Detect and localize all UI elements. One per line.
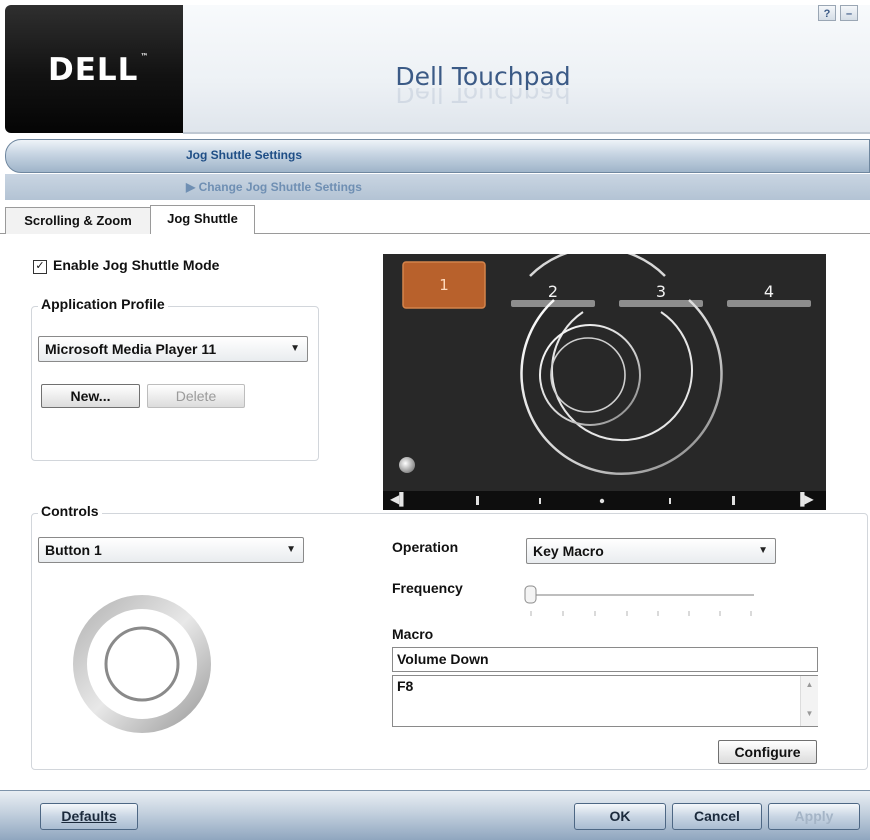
enable-jog-checkbox[interactable]: ✓ xyxy=(33,260,47,274)
jog-button-4-bar[interactable] xyxy=(727,300,811,307)
delete-profile-button[interactable]: Delete xyxy=(147,384,245,408)
chevron-down-icon: ▼ xyxy=(286,544,296,555)
chevron-down-icon: ▼ xyxy=(758,545,768,556)
controls-legend: Controls xyxy=(38,503,102,519)
scroll-up-icon[interactable]: ▲ xyxy=(801,676,818,694)
tab-jog-shuttle[interactable]: Jog Shuttle xyxy=(150,205,255,234)
touchpad-ring-graphic xyxy=(73,595,211,733)
chevron-down-icon: ▼ xyxy=(290,343,300,354)
profile-dropdown[interactable]: Microsoft Media Player 11 ▼ xyxy=(38,336,308,362)
jog-button-4-label: 4 xyxy=(763,282,775,301)
strip-left-icon: ◀▌ xyxy=(390,492,408,506)
strip-center-dot xyxy=(599,498,605,504)
strip-tick xyxy=(732,496,735,505)
help-button[interactable]: ? xyxy=(818,5,836,21)
macro-name-field[interactable]: Volume Down xyxy=(392,647,818,672)
enable-jog-label[interactable]: Enable Jog Shuttle Mode xyxy=(53,257,219,273)
frequency-slider[interactable] xyxy=(522,583,758,617)
outer-ring-top-arc xyxy=(529,254,666,277)
app-title: Dell Touchpad xyxy=(395,62,571,91)
macro-keys-text: F8 xyxy=(397,678,414,694)
jog-button-2-label: 2 xyxy=(547,282,559,301)
jog-button-3-label: 3 xyxy=(655,282,667,301)
header-divider xyxy=(183,132,870,134)
application-profile-legend: Application Profile xyxy=(38,296,168,312)
profile-selected-value: Microsoft Media Player 11 xyxy=(45,341,217,357)
strip-tick xyxy=(476,496,479,505)
slider-thumb[interactable] xyxy=(524,585,537,604)
scroll-down-icon[interactable]: ▼ xyxy=(801,694,818,734)
jog-button-1-label: 1 xyxy=(439,276,449,294)
cancel-button[interactable]: Cancel xyxy=(672,803,762,830)
middle-ring xyxy=(551,311,693,442)
macro-label: Macro xyxy=(392,626,434,642)
strip-right-icon: ▐▶ xyxy=(796,492,814,506)
breadcrumb-section[interactable]: Jog Shuttle Settings xyxy=(186,148,302,162)
strip-tick xyxy=(669,498,671,504)
operation-selected-value: Key Macro xyxy=(533,543,604,559)
sub-breadcrumb-bar xyxy=(5,174,870,200)
controls-dropdown[interactable]: Button 1 ▼ xyxy=(38,537,304,563)
strip-tick xyxy=(539,498,541,504)
macro-scrollbar[interactable]: ▲ ▼ xyxy=(800,676,818,726)
apply-button[interactable]: Apply xyxy=(768,803,860,830)
center-ring xyxy=(550,337,626,413)
new-profile-button[interactable]: New... xyxy=(41,384,140,408)
app-title-reflection: Dell Touchpad xyxy=(395,88,571,108)
jog-indicator-dot xyxy=(399,457,415,473)
ok-button[interactable]: OK xyxy=(574,803,666,830)
breadcrumb-subsection[interactable]: ▶ Change Jog Shuttle Settings xyxy=(186,180,362,194)
defaults-button[interactable]: Defaults xyxy=(40,803,138,830)
outer-ring xyxy=(520,299,723,476)
touchpad-inner-ring xyxy=(104,626,180,702)
operation-dropdown[interactable]: Key Macro ▼ xyxy=(526,538,776,564)
defaults-button-label: Defaults xyxy=(61,808,117,824)
touchpad-outer-ring xyxy=(73,595,211,733)
controls-selected-value: Button 1 xyxy=(45,542,102,558)
minimize-button[interactable]: – xyxy=(840,5,858,21)
frequency-label: Frequency xyxy=(392,580,463,596)
breadcrumb-bar xyxy=(5,139,870,173)
jog-strip-ticks xyxy=(476,496,735,505)
macro-keys-textarea[interactable]: F8 xyxy=(392,675,818,727)
operation-label: Operation xyxy=(392,539,459,555)
tab-scrolling-zoom[interactable]: Scrolling & Zoom xyxy=(5,207,151,234)
configure-button[interactable]: Configure xyxy=(718,740,817,764)
